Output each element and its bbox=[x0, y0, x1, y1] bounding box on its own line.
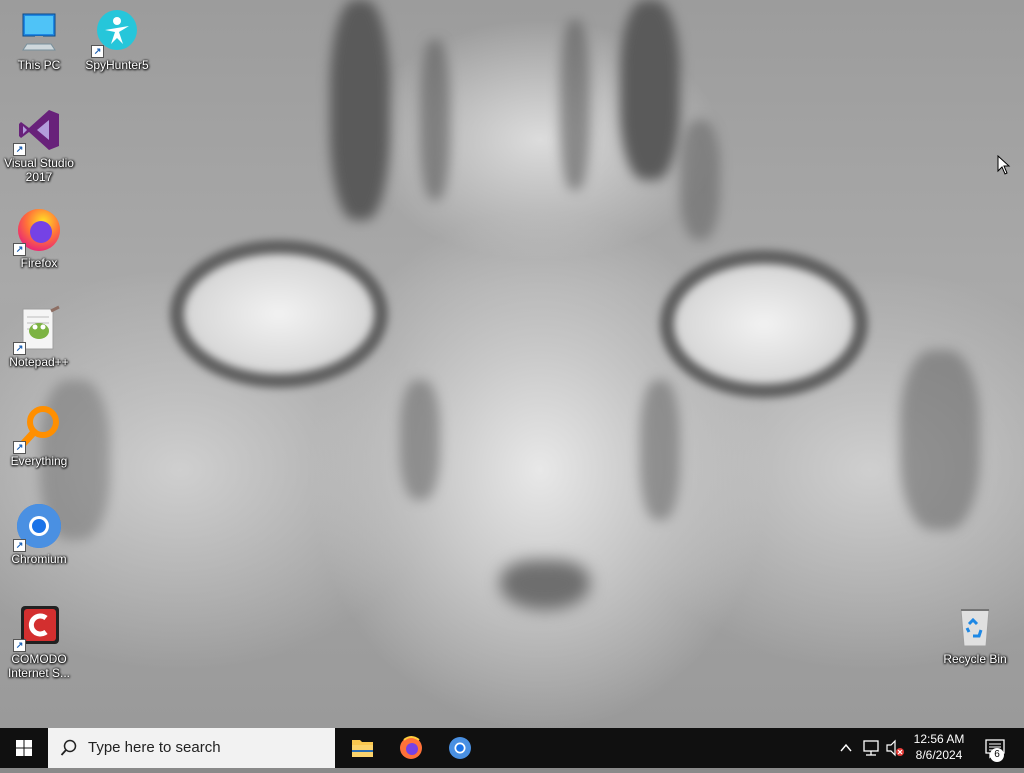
computer-icon bbox=[15, 8, 63, 56]
desktop-icon-chromium[interactable]: ↗ Chromium bbox=[1, 502, 77, 566]
start-button[interactable] bbox=[0, 728, 48, 768]
recycle-bin-icon bbox=[951, 602, 999, 650]
firefox-icon bbox=[400, 736, 422, 759]
desktop-icon-notepadpp[interactable]: ↗ Notepad++ bbox=[1, 305, 77, 369]
comodo-icon: ↗ bbox=[13, 602, 63, 652]
shortcut-arrow-icon: ↗ bbox=[91, 45, 104, 58]
volume-muted-icon bbox=[886, 739, 904, 757]
shortcut-arrow-icon: ↗ bbox=[13, 639, 26, 652]
search-icon bbox=[60, 739, 77, 756]
desktop-icon-label: SpyHunter5 bbox=[85, 58, 149, 72]
taskbar-firefox[interactable] bbox=[387, 728, 435, 768]
chromium-icon bbox=[449, 737, 471, 759]
notepadpp-icon: ↗ bbox=[13, 305, 63, 355]
shortcut-arrow-icon: ↗ bbox=[13, 143, 26, 156]
volume-button[interactable] bbox=[884, 728, 906, 768]
shortcut-arrow-icon: ↗ bbox=[13, 342, 26, 355]
spyhunter-icon: ↗ bbox=[91, 8, 141, 58]
desktop-icon-label: Notepad++ bbox=[9, 355, 69, 369]
shortcut-arrow-icon: ↗ bbox=[13, 539, 26, 552]
mouse-cursor-icon bbox=[997, 154, 1011, 175]
chromium-icon: ↗ bbox=[13, 502, 63, 552]
desktop-icon-visual-studio[interactable]: ↗ Visual Studio 2017 bbox=[1, 106, 77, 184]
desktop-icon-label: Everything bbox=[10, 454, 68, 468]
desktop-wallpaper bbox=[0, 0, 1024, 728]
notification-count-badge: 6 bbox=[990, 748, 1004, 762]
network-icon bbox=[863, 740, 879, 756]
firefox-icon: ↗ bbox=[13, 206, 63, 256]
folder-icon bbox=[352, 740, 373, 757]
taskbar-chromium[interactable] bbox=[436, 728, 484, 768]
windows-logo-icon bbox=[16, 740, 32, 756]
taskbar-search-box[interactable]: Type here to search bbox=[48, 728, 335, 768]
desktop-icon-comodo[interactable]: ↗ COMODO Internet S... bbox=[1, 602, 77, 680]
shortcut-arrow-icon: ↗ bbox=[13, 243, 26, 256]
search-placeholder: Type here to search bbox=[88, 739, 221, 756]
show-hidden-icons-button[interactable] bbox=[836, 728, 856, 768]
desktop-icon-label: Visual Studio 2017 bbox=[4, 156, 74, 184]
chevron-up-icon bbox=[840, 743, 852, 752]
desktop-icon-label: This PC bbox=[17, 58, 61, 72]
desktop-icon-label: Recycle Bin bbox=[943, 652, 1007, 666]
network-status-button[interactable] bbox=[860, 728, 882, 768]
action-center-button[interactable] bbox=[978, 728, 1024, 768]
desktop-icon-spyhunter[interactable]: ↗ SpyHunter5 bbox=[79, 8, 155, 72]
desktop-icon-everything[interactable]: ↗ Everything bbox=[1, 404, 77, 468]
desktop-icon-recycle-bin[interactable]: Recycle Bin bbox=[937, 602, 1013, 666]
notification-icon bbox=[985, 739, 1005, 759]
taskbar-file-explorer[interactable] bbox=[338, 728, 386, 768]
desktop-icon-label: COMODO Internet S... bbox=[7, 652, 71, 680]
clock-date: 8/6/2024 bbox=[915, 748, 963, 762]
desktop-icon-firefox[interactable]: ↗ Firefox bbox=[1, 206, 77, 270]
everything-search-icon: ↗ bbox=[13, 404, 63, 454]
taskbar-clock[interactable]: 12:56 AM 8/6/2024 bbox=[908, 731, 970, 763]
desktop-icon-label: Firefox bbox=[20, 256, 58, 270]
desktop-icon-this-pc[interactable]: This PC bbox=[1, 8, 77, 72]
taskbar: Type here to search 12:56 AM 8/6/2024 6 bbox=[0, 728, 1024, 768]
shortcut-arrow-icon: ↗ bbox=[13, 441, 26, 454]
clock-time: 12:56 AM bbox=[913, 732, 965, 746]
visual-studio-icon: ↗ bbox=[13, 106, 63, 156]
desktop-icon-label: Chromium bbox=[11, 552, 67, 566]
